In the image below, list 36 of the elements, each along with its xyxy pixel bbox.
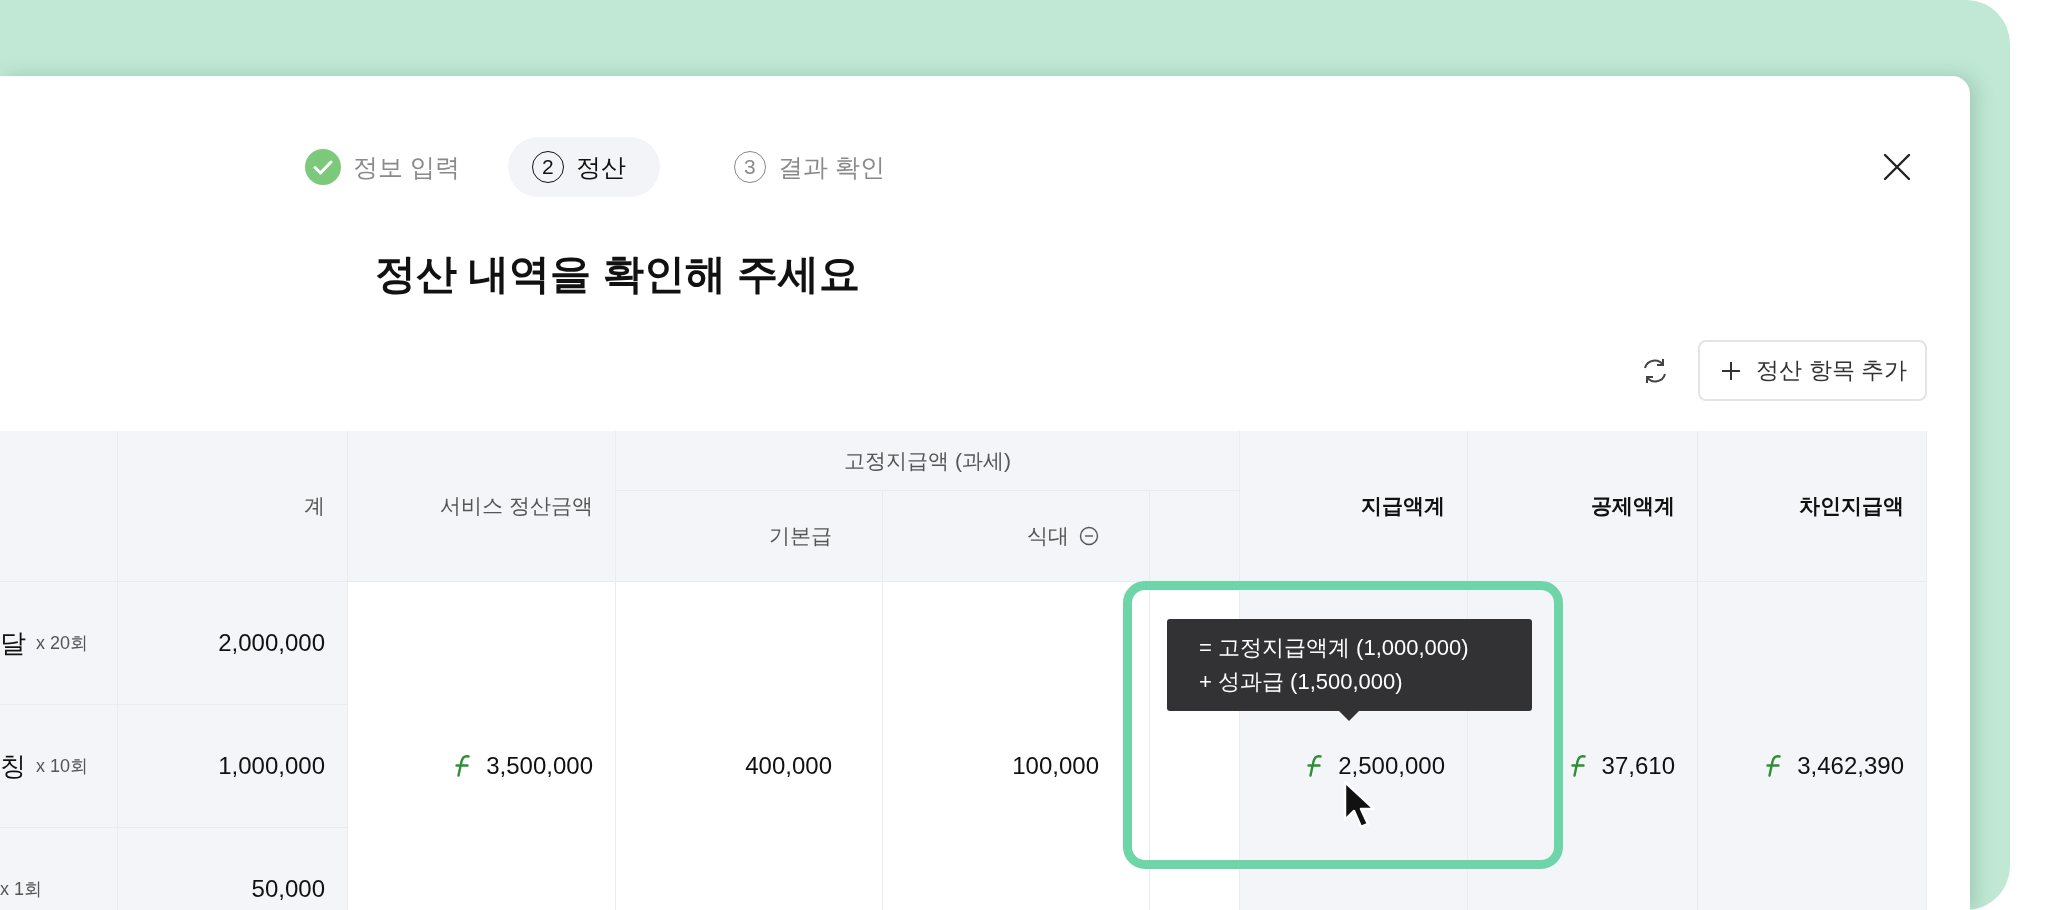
column-header: 기본급 (769, 523, 832, 549)
amount-cell: 2,000,000 (118, 582, 348, 705)
collapse-icon[interactable] (1079, 526, 1099, 546)
plus-icon (1720, 359, 1743, 382)
item-name: 달 (0, 626, 26, 660)
amount-value: 37,610 (1601, 752, 1675, 780)
count-label: x 1회 (0, 878, 42, 901)
step-tab[interactable]: 3 결과 확인 (733, 137, 885, 197)
column-header: 지급액계 (1240, 431, 1468, 582)
column-header: 공제액계 (1468, 431, 1698, 582)
amount-value: 100,000 (1012, 752, 1099, 780)
close-icon[interactable] (1882, 152, 1912, 182)
column-group-header: 고정지급액 (과세) (616, 431, 1240, 491)
step-tab[interactable]: 2 정산 (507, 137, 660, 197)
page-title: 정산 내역을 확인해 주세요 (375, 250, 862, 299)
check-icon (305, 149, 341, 185)
currency-icon (1307, 754, 1323, 778)
amount-value: 3,462,390 (1797, 752, 1904, 780)
currency-icon (1766, 754, 1782, 778)
item-name: 칭 (0, 749, 26, 783)
currency-icon (455, 754, 471, 778)
currency-icon (1570, 754, 1586, 778)
amount-cell: 1,000,000 (118, 705, 348, 828)
amount-cell: 50,000 (118, 828, 348, 910)
column-header: 식대 (1027, 523, 1069, 549)
column-header: 서비스 정산금액 (348, 431, 616, 582)
count-label: x 10회 (36, 755, 89, 778)
column-header: 차인지급액 (1698, 431, 1927, 582)
mouse-pointer-icon (1342, 779, 1378, 831)
count-label: x 20회 (36, 632, 89, 655)
add-item-button[interactable]: 정산 항목 추가 (1698, 340, 1927, 401)
formula-tooltip: = 고정지급액계 (1,000,000) + 성과급 (1,500,000) (1167, 619, 1532, 721)
column-header: 계 (118, 431, 348, 582)
amount-value: 400,000 (745, 752, 832, 780)
amount-value: 2,500,000 (1338, 752, 1445, 780)
amount-value: 3,500,000 (486, 752, 593, 780)
